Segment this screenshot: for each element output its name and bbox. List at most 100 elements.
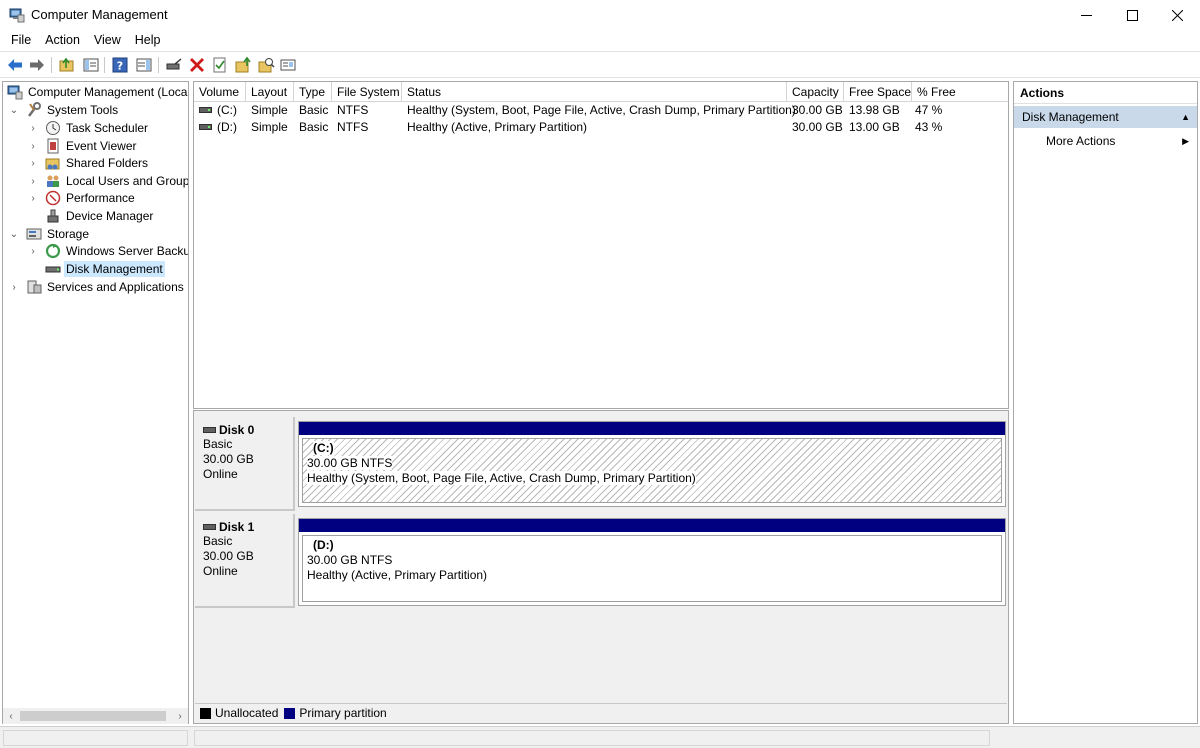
status-cell bbox=[3, 730, 188, 746]
delete-icon[interactable] bbox=[188, 56, 206, 74]
disk-graphical-view: Disk 0 Basic 30.00 GB Online (C:) 30.00 … bbox=[193, 410, 1009, 724]
tree-label: Services and Applications bbox=[47, 280, 184, 294]
primary-partition-bar bbox=[299, 519, 1005, 532]
cell-type: Basic bbox=[299, 120, 329, 134]
disk-name: Disk 1 bbox=[219, 520, 255, 534]
chevron-right-icon[interactable]: › bbox=[28, 246, 38, 257]
cell-capacity: 30.00 GB bbox=[792, 103, 843, 117]
more-actions-item[interactable]: More Actions ▶ bbox=[1014, 130, 1197, 152]
tree-label: Task Scheduler bbox=[66, 121, 149, 135]
computer-management-icon bbox=[9, 8, 25, 23]
up-folder-icon[interactable] bbox=[58, 56, 76, 74]
chevron-down-icon[interactable]: ⌄ bbox=[9, 105, 19, 116]
column-header-percent-free[interactable]: % Free bbox=[912, 82, 1008, 102]
disk-type: Basic bbox=[203, 437, 233, 451]
column-header-status[interactable]: Status bbox=[402, 82, 787, 102]
connect-disk-icon[interactable] bbox=[165, 56, 183, 74]
minimize-button[interactable] bbox=[1063, 0, 1109, 30]
cell-file-system: NTFS bbox=[337, 120, 369, 134]
window-title: Computer Management bbox=[31, 7, 168, 22]
tree-label: Performance bbox=[66, 191, 135, 205]
tree-label: Windows Server Backup bbox=[66, 244, 189, 258]
show-hide-action-pane-icon[interactable] bbox=[135, 56, 153, 74]
disk-1-info[interactable]: Disk 1 Basic 30.00 GB Online bbox=[195, 514, 295, 608]
partition-name: (D:) bbox=[313, 538, 334, 552]
partition-status: Healthy (Active, Primary Partition) bbox=[307, 568, 488, 582]
disk-icon bbox=[203, 427, 216, 433]
column-header-type[interactable]: Type bbox=[294, 82, 332, 102]
column-header-free-space[interactable]: Free Space bbox=[844, 82, 912, 102]
device-manager-icon bbox=[47, 209, 59, 223]
menu-bar: File Action View Help bbox=[0, 30, 1200, 50]
cell-status: Healthy (Active, Primary Partition) bbox=[407, 120, 588, 134]
cell-volume: (C:) bbox=[217, 103, 237, 117]
chevron-right-icon[interactable]: › bbox=[28, 176, 38, 187]
scroll-left-icon[interactable]: ‹ bbox=[3, 708, 19, 724]
column-header-layout[interactable]: Layout bbox=[246, 82, 294, 102]
clock-icon bbox=[46, 121, 60, 135]
scrollbar-thumb[interactable] bbox=[20, 711, 166, 721]
cell-status: Healthy (System, Boot, Page File, Active… bbox=[407, 103, 796, 117]
minimize-icon bbox=[1080, 14, 1092, 16]
collapse-up-icon[interactable]: ▲ bbox=[1181, 106, 1190, 128]
chevron-right-icon[interactable]: › bbox=[28, 123, 38, 134]
status-bar bbox=[0, 726, 1200, 748]
menu-help[interactable]: Help bbox=[128, 30, 168, 50]
more-actions-label: More Actions bbox=[1046, 134, 1116, 148]
tree-label: Storage bbox=[47, 227, 90, 241]
disk-0-info[interactable]: Disk 0 Basic 30.00 GB Online bbox=[195, 417, 295, 511]
column-header-volume[interactable]: Volume bbox=[194, 82, 246, 102]
back-icon[interactable] bbox=[6, 56, 24, 74]
chevron-right-icon[interactable]: › bbox=[9, 282, 19, 293]
menu-view[interactable]: View bbox=[87, 30, 128, 50]
properties-icon[interactable] bbox=[211, 56, 229, 74]
primary-partition-bar bbox=[299, 422, 1005, 435]
menu-action[interactable]: Action bbox=[38, 30, 87, 50]
event-viewer-icon bbox=[47, 138, 59, 154]
maximize-icon bbox=[1126, 9, 1138, 21]
folder-up-icon[interactable] bbox=[234, 56, 252, 74]
search-folder-icon[interactable] bbox=[257, 56, 275, 74]
services-icon bbox=[27, 280, 42, 294]
legend-unallocated: Unallocated bbox=[215, 706, 279, 720]
svg-text:?: ? bbox=[117, 60, 123, 73]
actions-header: Actions bbox=[1014, 82, 1197, 104]
tree-horizontal-scrollbar[interactable]: ‹ › bbox=[3, 708, 188, 724]
cell-type: Basic bbox=[299, 103, 329, 117]
legend-primary-partition: Primary partition bbox=[299, 706, 387, 720]
cell-layout: Simple bbox=[251, 103, 288, 117]
system-tools-icon bbox=[28, 102, 41, 117]
chevron-right-icon[interactable]: › bbox=[28, 193, 38, 204]
actions-pane: Actions Disk Management ▲ More Actions ▶ bbox=[1013, 81, 1198, 724]
status-cell bbox=[194, 730, 990, 746]
chevron-down-icon[interactable]: ⌄ bbox=[9, 229, 19, 240]
shared-folder-icon bbox=[45, 158, 60, 170]
actions-section-disk-management[interactable]: Disk Management ▲ bbox=[1014, 106, 1197, 128]
column-header-file-system[interactable]: File System bbox=[332, 82, 402, 102]
chevron-right-icon[interactable]: › bbox=[28, 141, 38, 152]
tree-label: Local Users and Groups bbox=[66, 174, 189, 188]
menu-file[interactable]: File bbox=[4, 30, 38, 50]
disk-state: Online bbox=[203, 564, 238, 578]
partition-size: 30.00 GB NTFS bbox=[307, 553, 393, 567]
backup-icon bbox=[45, 243, 61, 259]
primary-partition-swatch bbox=[284, 707, 296, 719]
submenu-arrow-icon: ▶ bbox=[1182, 136, 1189, 146]
forward-icon[interactable] bbox=[28, 56, 46, 74]
close-button[interactable] bbox=[1154, 0, 1200, 30]
tree-label: Shared Folders bbox=[66, 156, 149, 170]
disk-size: 30.00 GB bbox=[203, 452, 254, 466]
disk-management-icon bbox=[45, 266, 61, 273]
console-icon[interactable] bbox=[279, 56, 297, 74]
show-hide-tree-icon[interactable] bbox=[82, 56, 100, 74]
navigation-tree: Computer Management (Local ⌄ System Tool… bbox=[2, 81, 189, 724]
maximize-button[interactable] bbox=[1109, 0, 1155, 30]
chevron-right-icon[interactable]: › bbox=[28, 158, 38, 169]
scroll-right-icon[interactable]: › bbox=[172, 708, 188, 724]
partition-d[interactable]: (D:) 30.00 GB NTFS Healthy (Active, Prim… bbox=[302, 535, 1002, 602]
help-icon[interactable]: ? bbox=[111, 56, 129, 74]
tree-label: Event Viewer bbox=[66, 139, 137, 153]
legend: Unallocated Primary partition bbox=[195, 703, 1007, 722]
partition-c[interactable]: (C:) 30.00 GB NTFS Healthy (System, Boot… bbox=[302, 438, 1002, 503]
column-header-capacity[interactable]: Capacity bbox=[787, 82, 844, 102]
